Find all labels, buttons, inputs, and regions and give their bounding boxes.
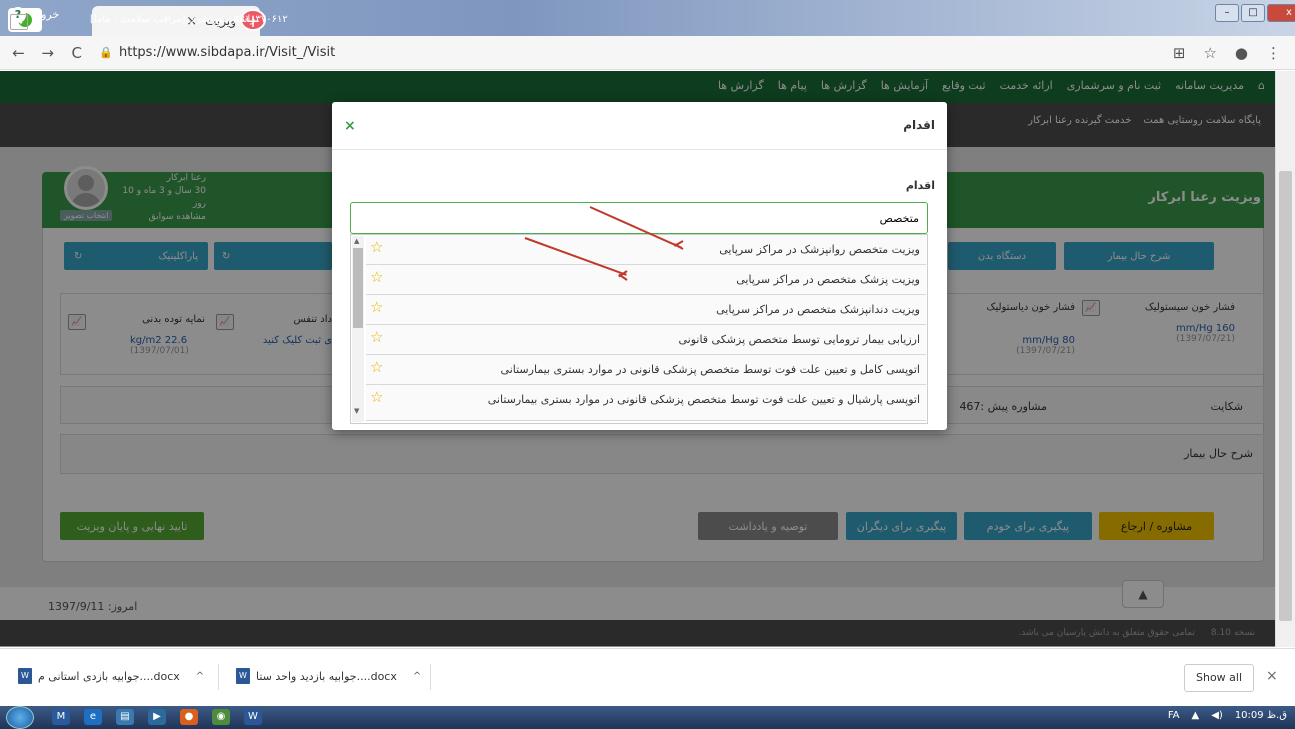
favorite-star-icon[interactable]: ☆ bbox=[370, 388, 383, 406]
user-code: ۳۷۱۰۳۷۰۶۱۲ bbox=[234, 14, 288, 25]
media-icon[interactable]: ▶ bbox=[148, 709, 166, 725]
modal-header bbox=[332, 102, 947, 150]
bookmark-star-icon[interactable]: ☆ bbox=[1203, 44, 1216, 62]
maximize-icon[interactable]: □ bbox=[1241, 4, 1265, 22]
dropdown-item[interactable]: ویزیت دندانپزشک متخصص در مراکز سرپایی bbox=[366, 295, 926, 325]
address-bar: ← → C 🔒 https://www.sibdapa.ir/Visit_/Vi… bbox=[0, 36, 1295, 70]
download-item[interactable]: W جوابیه بازدید واحد ستا....docx ^ bbox=[236, 668, 431, 684]
ie-icon[interactable]: e bbox=[84, 709, 102, 725]
network-icon[interactable]: ▲ bbox=[1192, 710, 1200, 721]
dropdown-item[interactable]: اتوپسی پارشیال و تعیین علت فوت توسط متخص… bbox=[366, 385, 926, 421]
clock[interactable]: 10:09 ق.ظ bbox=[1235, 710, 1287, 721]
modal-close-icon[interactable]: × bbox=[344, 118, 356, 134]
dropdown-item[interactable]: ویزیت پزشک متخصص در مراکز سرپایی bbox=[366, 265, 926, 295]
scroll-up-icon[interactable]: ▲ bbox=[354, 237, 359, 245]
favorite-star-icon[interactable]: ☆ bbox=[370, 298, 383, 316]
dropdown-scrollbar[interactable] bbox=[352, 236, 364, 422]
system-tray: FA ▲ ◀) 10:09 ق.ظ bbox=[1168, 710, 1287, 721]
favorite-star-icon[interactable]: ☆ bbox=[370, 358, 383, 376]
word-file-icon: W bbox=[18, 668, 32, 684]
dropdown-item[interactable]: اتوپسی کامل و تعیین علت فوت توسط متخصص پ… bbox=[366, 355, 926, 385]
start-button[interactable] bbox=[6, 706, 34, 729]
translate-icon[interactable]: ⊞ bbox=[1173, 44, 1186, 62]
downloads-close-icon[interactable]: × bbox=[1266, 668, 1278, 684]
url-input[interactable]: 🔒 https://www.sibdapa.ir/Visit_/Visit bbox=[99, 40, 1173, 66]
profile-icon[interactable]: ● bbox=[1235, 44, 1248, 62]
chevron-up-icon[interactable]: ^ bbox=[413, 671, 421, 682]
menu-dots-icon[interactable]: ⋮ bbox=[1266, 44, 1281, 62]
download-item[interactable]: W جوابیه بازدی استانی م....docx ^ bbox=[18, 668, 214, 684]
favorite-star-icon[interactable]: ☆ bbox=[370, 268, 383, 286]
firefox-icon[interactable]: ● bbox=[180, 709, 198, 725]
dropdown-item[interactable]: ویزیت متخصص روانپزشک در مراکز سرپایی bbox=[366, 235, 926, 265]
download-name: جوابیه بازدی استانی م....docx bbox=[38, 669, 180, 683]
window-controls: – □ x bbox=[1215, 4, 1295, 22]
modal-title: اقدام bbox=[903, 118, 935, 132]
user-menu[interactable]: راشین پوراشرف[مراقب سلامت - ماما] bbox=[90, 14, 255, 25]
lock-icon: 🔒 bbox=[99, 46, 113, 59]
action-field-label: اقدام bbox=[905, 179, 935, 192]
switch-icon[interactable]: ⇆ bbox=[10, 14, 28, 30]
url-text: https://www.sibdapa.ir/Visit_/Visit bbox=[118, 45, 336, 60]
download-name: جوابیه بازدید واحد ستا....docx bbox=[256, 669, 397, 683]
dropdown-item[interactable]: ارزیابی بیمار ترومایی توسط متخصص پزشکی ق… bbox=[366, 325, 926, 355]
gmail-icon[interactable]: M bbox=[52, 709, 70, 725]
reload-button[interactable]: C bbox=[66, 44, 87, 62]
language-indicator[interactable]: FA bbox=[1168, 710, 1180, 721]
divider bbox=[430, 664, 431, 690]
minimize-icon[interactable]: – bbox=[1215, 4, 1239, 22]
word-icon[interactable]: W bbox=[244, 709, 262, 725]
forward-button[interactable]: → bbox=[37, 44, 58, 62]
scroll-down-icon[interactable]: ▼ bbox=[354, 407, 359, 415]
page-scrollbar[interactable] bbox=[1275, 71, 1295, 647]
divider bbox=[218, 664, 219, 690]
logout-link[interactable]: خروج bbox=[34, 8, 59, 21]
explorer-icon[interactable]: ▤ bbox=[116, 709, 134, 725]
volume-icon[interactable]: ◀) bbox=[1211, 710, 1223, 721]
show-all-button[interactable]: Show all bbox=[1184, 664, 1254, 692]
favorite-star-icon[interactable]: ☆ bbox=[370, 328, 383, 346]
favorite-star-icon[interactable]: ☆ bbox=[370, 238, 383, 256]
word-file-icon: W bbox=[236, 668, 250, 684]
window-close-icon[interactable]: x bbox=[1267, 4, 1295, 22]
chevron-up-icon[interactable]: ^ bbox=[196, 671, 204, 682]
chrome-icon[interactable]: ◉ bbox=[212, 709, 230, 725]
back-button[interactable]: ← bbox=[8, 44, 29, 62]
